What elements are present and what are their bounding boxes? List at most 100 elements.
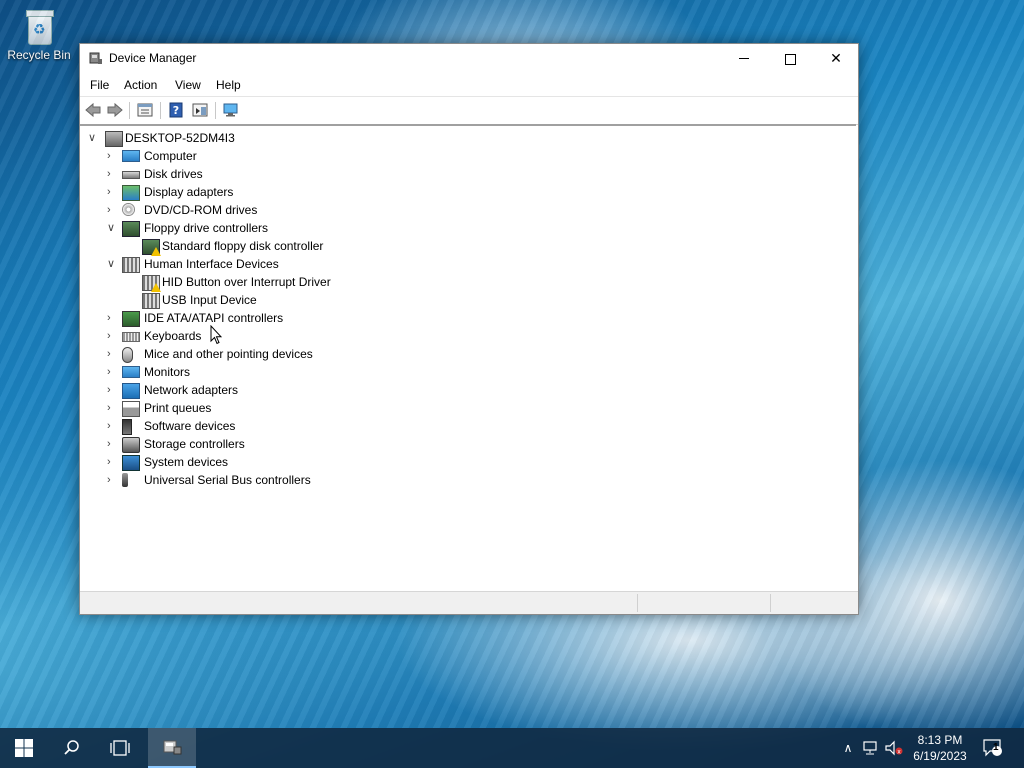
system-device-icon <box>122 455 140 471</box>
start-button[interactable] <box>0 728 48 768</box>
chevron-right-icon[interactable]: › <box>107 201 117 219</box>
tree-category-label: Monitors <box>144 365 191 379</box>
menu-help[interactable]: Help <box>216 78 241 92</box>
search-button[interactable] <box>48 728 96 768</box>
chevron-right-icon[interactable]: › <box>107 381 117 399</box>
taskbar-device-manager[interactable] <box>148 728 196 768</box>
notification-count: 1 <box>993 742 999 753</box>
device-tree: ∨ DESKTOP-52DM4I3 › Computer › Disk drives ›… <box>80 124 856 591</box>
tree-category-label: Keyboards <box>144 329 202 343</box>
usb-icon <box>122 473 128 487</box>
chevron-right-icon[interactable]: › <box>107 309 117 327</box>
tree-device-label: Standard floppy disk controller <box>162 239 324 253</box>
tree-category-label: Floppy drive controllers <box>144 221 269 235</box>
tree-category-label: Disk drives <box>144 167 203 181</box>
floppy-controller-icon <box>122 221 140 237</box>
storage-controller-icon <box>122 437 140 453</box>
display-adapter-icon <box>122 185 140 201</box>
taskbar: ∧ x 8:13 PM 6/19/2023 1 <box>0 728 1024 768</box>
network-adapter-icon <box>122 383 140 399</box>
tree-category-label: Human Interface Devices <box>144 257 279 271</box>
chevron-right-icon[interactable]: › <box>107 327 117 345</box>
volume-muted-icon[interactable]: x <box>884 740 904 756</box>
chevron-right-icon[interactable]: › <box>107 345 117 363</box>
chevron-right-icon[interactable]: › <box>107 165 117 183</box>
menu-view[interactable]: View <box>175 78 201 92</box>
scan-hardware-icon[interactable] <box>222 102 240 118</box>
window-title: Device Manager <box>109 51 197 65</box>
tree-device-label: USB Input Device <box>162 293 257 307</box>
tree-root-label: DESKTOP-52DM4I3 <box>125 131 235 145</box>
hid-icon <box>142 275 161 292</box>
device-manager-app-icon <box>163 740 182 755</box>
tree-category-label: Computer <box>144 149 197 163</box>
device-manager-window: Device Manager ✕ File Action View Help ?… <box>79 43 859 615</box>
tree-category-label: Storage controllers <box>144 437 245 451</box>
windows-logo-icon <box>15 739 33 757</box>
search-icon <box>64 740 79 755</box>
recycle-bin-label: Recycle Bin <box>7 48 71 62</box>
svg-text:?: ? <box>173 104 179 117</box>
tree-category-label: System devices <box>144 455 229 469</box>
tree-device-label: HID Button over Interrupt Driver <box>162 275 331 289</box>
tree-category-label: Print queues <box>144 401 212 415</box>
close-button[interactable]: ✕ <box>813 44 859 73</box>
chevron-right-icon[interactable]: › <box>107 399 117 417</box>
chevron-right-icon[interactable]: › <box>107 147 117 165</box>
chevron-down-icon[interactable]: ∨ <box>88 129 98 147</box>
computer-icon <box>122 150 140 162</box>
task-view-icon <box>110 740 130 756</box>
printer-icon <box>122 401 140 417</box>
chevron-right-icon[interactable]: › <box>107 363 117 381</box>
mouse-cursor-icon <box>210 325 222 345</box>
ide-controller-icon <box>122 311 140 327</box>
properties-icon[interactable] <box>136 102 154 118</box>
chevron-up-icon: ∧ <box>843 741 853 755</box>
help-icon[interactable]: ? <box>167 102 185 118</box>
system-clock[interactable]: 8:13 PM 6/19/2023 <box>905 732 975 764</box>
forward-arrow-icon[interactable] <box>106 102 124 118</box>
mouse-icon <box>122 347 133 363</box>
chevron-right-icon[interactable]: › <box>107 453 117 471</box>
network-icon[interactable] <box>862 740 880 756</box>
computer-root-icon <box>105 131 123 147</box>
chevron-right-icon[interactable]: › <box>107 183 117 201</box>
action-center-button[interactable]: 1 <box>982 738 1002 757</box>
hid-icon <box>142 293 160 309</box>
show-hidden-icons-button[interactable]: ∧ <box>838 728 858 768</box>
tree-category-label: Universal Serial Bus controllers <box>144 473 311 487</box>
menu-file[interactable]: File <box>90 78 109 92</box>
menu-action[interactable]: Action <box>124 78 157 92</box>
back-arrow-icon[interactable] <box>84 102 102 118</box>
software-device-icon <box>122 419 132 435</box>
action-pane-icon[interactable] <box>191 102 209 118</box>
tree-category-label: Display adapters <box>144 185 234 199</box>
keyboard-icon <box>122 332 140 342</box>
status-pane-3 <box>770 594 857 612</box>
toolbar: ? <box>80 96 858 125</box>
title-bar[interactable]: Device Manager ✕ <box>80 44 858 73</box>
tree-category-label: Network adapters <box>144 383 239 397</box>
maximize-icon <box>784 54 796 65</box>
tree-category-label: DVD/CD-ROM drives <box>144 203 258 217</box>
clock-time: 8:13 PM <box>917 733 963 747</box>
recycle-bin-shortcut[interactable]: Recycle Bin <box>4 8 74 62</box>
chevron-down-icon[interactable]: ∨ <box>107 255 117 273</box>
minimize-button[interactable] <box>721 44 767 73</box>
floppy-controller-icon <box>142 239 161 256</box>
status-bar <box>80 591 858 614</box>
chevron-right-icon[interactable]: › <box>107 435 117 453</box>
maximize-button[interactable] <box>767 44 813 73</box>
svg-text:x: x <box>897 749 901 756</box>
close-icon: ✕ <box>830 50 842 66</box>
chevron-down-icon[interactable]: ∨ <box>107 219 117 237</box>
clock-date: 6/19/2023 <box>913 749 967 763</box>
minimize-icon <box>739 58 749 59</box>
monitor-icon <box>122 366 140 378</box>
chevron-right-icon[interactable]: › <box>107 471 117 489</box>
chevron-right-icon[interactable]: › <box>107 417 117 435</box>
dvd-drive-icon <box>122 203 135 216</box>
tree-category-label: Software devices <box>144 419 236 433</box>
status-pane-2 <box>637 594 771 612</box>
task-view-button[interactable] <box>96 728 144 768</box>
